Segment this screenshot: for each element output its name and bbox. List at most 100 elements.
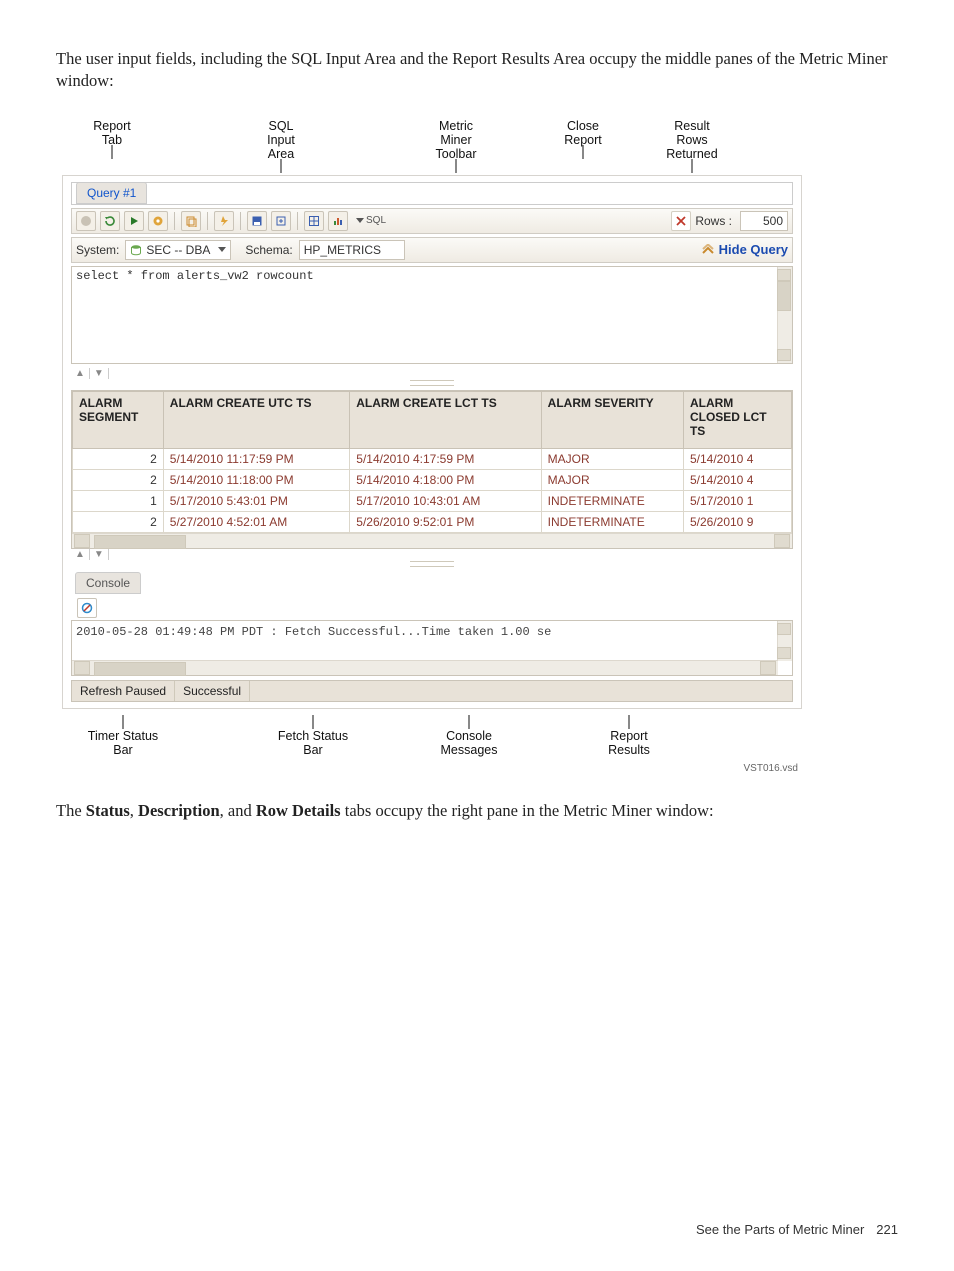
scroll-thumb[interactable] xyxy=(94,535,186,549)
small-tabs: ▲▼ xyxy=(71,368,793,379)
callout-console-messages: Console Messages xyxy=(404,717,534,757)
rows-value-field[interactable]: 500 xyxy=(740,211,788,231)
table-cell: INDETERMINATE xyxy=(541,490,683,511)
hide-query-button[interactable]: Hide Query xyxy=(701,242,788,257)
scrollbar-horizontal[interactable] xyxy=(72,533,792,548)
table-cell: 2 xyxy=(73,469,164,490)
small-tabs: ▲▼ xyxy=(71,549,793,560)
play-icon[interactable] xyxy=(124,211,144,231)
scroll-down-icon[interactable] xyxy=(777,349,791,361)
tab-down[interactable]: ▼ xyxy=(90,549,109,560)
column-header[interactable]: ALARM SEGMENT xyxy=(73,391,164,448)
splitter-handle[interactable] xyxy=(71,379,793,388)
scroll-thumb[interactable] xyxy=(777,281,791,311)
refresh-icon[interactable] xyxy=(100,211,120,231)
table-cell: 5/17/2010 10:43:01 AM xyxy=(350,490,541,511)
tab-up[interactable]: ▲ xyxy=(71,549,90,560)
figure: Report Tab SQL Input Area Metric Miner T… xyxy=(62,111,802,778)
scroll-up-icon[interactable] xyxy=(777,623,791,635)
table-cell: 5/14/2010 4:17:59 PM xyxy=(350,448,541,469)
table-cell: 5/26/2010 9:52:01 PM xyxy=(350,511,541,532)
copy-icon[interactable] xyxy=(181,211,201,231)
gear-icon[interactable] xyxy=(148,211,168,231)
bottom-callouts: Timer Status Bar Fetch Status Bar Consol… xyxy=(62,717,802,757)
scroll-right-icon[interactable] xyxy=(774,534,790,548)
column-header[interactable]: ALARM CREATE LCT TS xyxy=(350,391,541,448)
callout-metric-toolbar: Metric Miner Toolbar xyxy=(386,119,526,173)
table-row[interactable]: 15/17/2010 5:43:01 PM5/17/2010 10:43:01 … xyxy=(73,490,792,511)
table-row[interactable]: 25/14/2010 11:17:59 PM5/14/2010 4:17:59 … xyxy=(73,448,792,469)
column-header[interactable]: ALARM CREATE UTC TS xyxy=(163,391,349,448)
console-output: 2010-05-28 01:49:48 PM PDT : Fetch Succe… xyxy=(71,620,793,676)
toolbar-separator xyxy=(174,212,175,230)
clear-console-icon[interactable] xyxy=(77,598,97,618)
scroll-down-icon[interactable] xyxy=(777,647,791,659)
timer-status: Refresh Paused xyxy=(72,681,175,701)
page-footer: See the Parts of Metric Miner221 xyxy=(696,1222,898,1237)
outro-paragraph: The Status, Description, and Row Details… xyxy=(56,800,898,822)
tab-console[interactable]: Console xyxy=(75,572,141,594)
scrollbar-vertical[interactable] xyxy=(777,621,792,661)
system-schema-toolbar: System: SEC -- DBA Schema: HP_METRICS Hi… xyxy=(71,237,793,263)
table-header-row: ALARM SEGMENT ALARM CREATE UTC TS ALARM … xyxy=(73,391,792,448)
table-cell: 5/26/2010 9 xyxy=(683,511,791,532)
tab-query1[interactable]: Query #1 xyxy=(76,182,147,204)
sql-text: select * from alerts_vw2 rowcount xyxy=(76,269,314,283)
export-icon[interactable] xyxy=(271,211,291,231)
tab-up[interactable]: ▲ xyxy=(71,368,90,379)
chevron-down-icon xyxy=(218,247,226,252)
table-cell: INDETERMINATE xyxy=(541,511,683,532)
app-window: Query #1 SQL xyxy=(62,175,802,709)
flash-icon[interactable] xyxy=(214,211,234,231)
table-cell: 5/14/2010 4 xyxy=(683,469,791,490)
scroll-left-icon[interactable] xyxy=(74,534,90,548)
top-callouts: Report Tab SQL Input Area Metric Miner T… xyxy=(62,119,802,173)
scroll-thumb[interactable] xyxy=(94,662,186,676)
table-cell: 5/14/2010 4:18:00 PM xyxy=(350,469,541,490)
metric-miner-toolbar: SQL Rows : 500 xyxy=(71,208,793,234)
figure-filename: VST016.vsd xyxy=(62,763,798,774)
scroll-right-icon[interactable] xyxy=(760,661,776,675)
table-cell: 5/14/2010 11:17:59 PM xyxy=(163,448,349,469)
table-row[interactable]: 25/27/2010 4:52:01 AM5/26/2010 9:52:01 P… xyxy=(73,511,792,532)
column-header[interactable]: ALARM CLOSED LCT TS xyxy=(683,391,791,448)
close-report-button[interactable] xyxy=(671,211,691,231)
callout-report-tab: Report Tab xyxy=(64,119,160,173)
tab-down[interactable]: ▼ xyxy=(90,368,109,379)
table-cell: 5/17/2010 5:43:01 PM xyxy=(163,490,349,511)
system-label: System: xyxy=(76,243,119,257)
fetch-status: Successful xyxy=(175,681,250,701)
splitter-handle[interactable] xyxy=(71,560,793,569)
table-cell: 5/14/2010 4 xyxy=(683,448,791,469)
callout-fetch-status: Fetch Status Bar xyxy=(238,717,388,757)
chevron-down-icon[interactable] xyxy=(356,218,364,223)
chevron-up-icon xyxy=(701,244,715,256)
scroll-up-icon[interactable] xyxy=(777,269,791,281)
console-text: 2010-05-28 01:49:48 PM PDT : Fetch Succe… xyxy=(76,625,551,639)
table-cell: 5/27/2010 4:52:01 AM xyxy=(163,511,349,532)
rows-label: Rows : xyxy=(695,214,732,228)
grid-icon[interactable] xyxy=(304,211,324,231)
table-cell: 2 xyxy=(73,448,164,469)
callout-report-results: Report Results xyxy=(574,717,684,757)
scroll-left-icon[interactable] xyxy=(74,661,90,675)
results-grid: ALARM SEGMENT ALARM CREATE UTC TS ALARM … xyxy=(71,390,793,549)
intro-paragraph: The user input fields, including the SQL… xyxy=(56,48,898,93)
console-tabs: Console xyxy=(71,573,793,594)
chart-icon[interactable] xyxy=(328,211,348,231)
report-tabs: Query #1 xyxy=(71,182,793,205)
scrollbar-horizontal[interactable] xyxy=(72,660,778,675)
status-bar: Refresh Paused Successful xyxy=(71,680,793,702)
table-cell: 5/14/2010 11:18:00 PM xyxy=(163,469,349,490)
sql-input-area[interactable]: select * from alerts_vw2 rowcount xyxy=(71,266,793,364)
stop-icon[interactable] xyxy=(76,211,96,231)
column-header[interactable]: ALARM SEVERITY xyxy=(541,391,683,448)
table-cell: 5/17/2010 1 xyxy=(683,490,791,511)
schema-field[interactable]: HP_METRICS xyxy=(299,240,405,260)
table-cell: 2 xyxy=(73,511,164,532)
table-cell: 1 xyxy=(73,490,164,511)
scrollbar-vertical[interactable] xyxy=(777,267,792,363)
table-row[interactable]: 25/14/2010 11:18:00 PM5/14/2010 4:18:00 … xyxy=(73,469,792,490)
system-select[interactable]: SEC -- DBA xyxy=(125,240,231,260)
save-icon[interactable] xyxy=(247,211,267,231)
